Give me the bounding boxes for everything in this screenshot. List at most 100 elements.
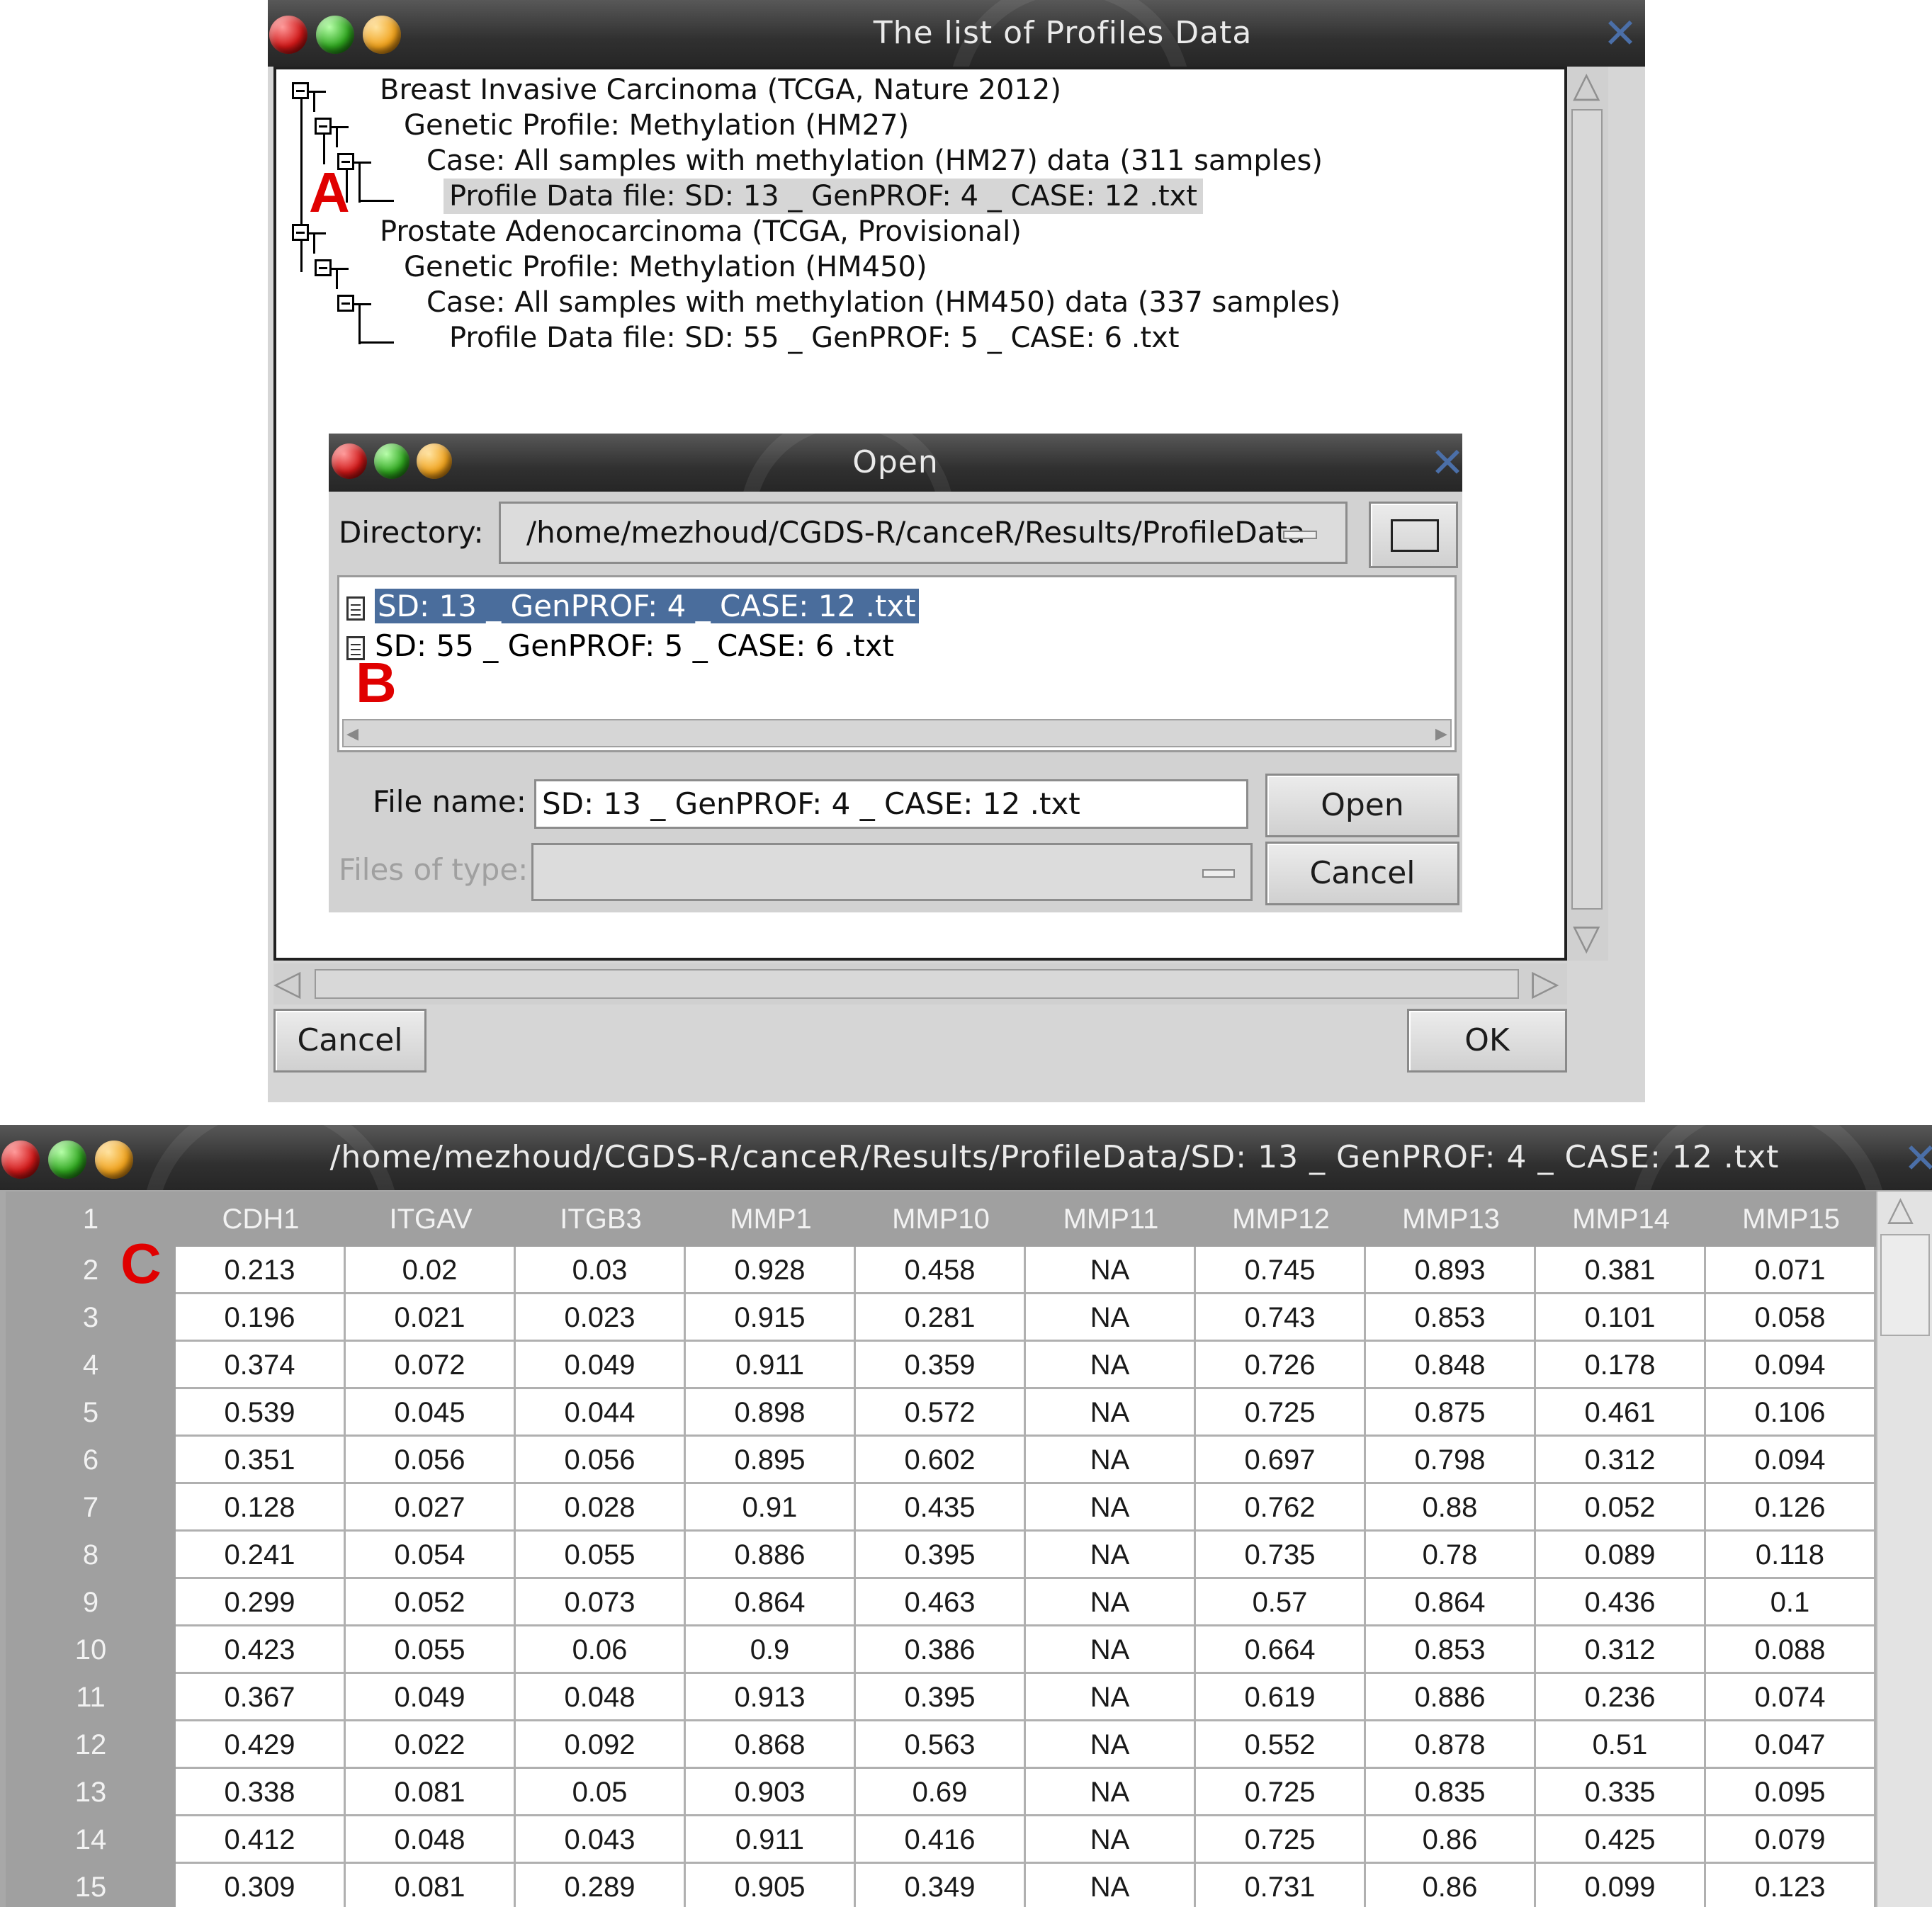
- tree-node-profile[interactable]: Genetic Profile: Methylation (HM27): [404, 108, 909, 143]
- table-cell[interactable]: 0.056: [516, 1437, 686, 1484]
- table-cell[interactable]: 0.049: [516, 1342, 686, 1389]
- dropdown-icon[interactable]: [1202, 869, 1235, 878]
- scroll-left-icon[interactable]: ◁: [273, 965, 300, 1000]
- table-cell[interactable]: 0.022: [346, 1721, 516, 1769]
- column-header[interactable]: MMP15: [1706, 1192, 1876, 1247]
- table-cell[interactable]: 0.06: [516, 1626, 686, 1674]
- table-cell[interactable]: NA: [1026, 1389, 1196, 1437]
- table-cell[interactable]: 0.731: [1196, 1864, 1366, 1907]
- table-cell[interactable]: 0.895: [686, 1437, 856, 1484]
- column-header[interactable]: MMP1: [686, 1192, 856, 1247]
- table-cell[interactable]: 0.054: [346, 1532, 516, 1579]
- table-cell[interactable]: 0.05: [516, 1769, 686, 1816]
- table-cell[interactable]: 0.081: [346, 1769, 516, 1816]
- table-cell[interactable]: 0.868: [686, 1721, 856, 1769]
- grid-vertical-scrollbar[interactable]: △: [1876, 1192, 1932, 1907]
- table-cell[interactable]: 0.458: [856, 1247, 1026, 1294]
- table-cell[interactable]: 0.128: [176, 1484, 346, 1532]
- file-list-hscrollbar[interactable]: ◂ ▸: [342, 719, 1452, 747]
- table-cell[interactable]: 0.78: [1366, 1532, 1536, 1579]
- tree-collapse-icon[interactable]: [337, 295, 354, 312]
- minimize-traffic-light-icon[interactable]: [363, 16, 401, 54]
- column-header[interactable]: MMP14: [1536, 1192, 1706, 1247]
- table-cell[interactable]: 0.563: [856, 1721, 1026, 1769]
- table-cell[interactable]: 0.071: [1706, 1247, 1876, 1294]
- tree-collapse-icon[interactable]: [292, 82, 309, 99]
- row-header[interactable]: 4: [6, 1342, 176, 1389]
- column-header[interactable]: MMP11: [1026, 1192, 1196, 1247]
- table-cell[interactable]: 0.539: [176, 1389, 346, 1437]
- table-cell[interactable]: 0.052: [346, 1579, 516, 1626]
- tree-node-study[interactable]: Prostate Adenocarcinoma (TCGA, Provision…: [380, 214, 1022, 249]
- files-of-type-select[interactable]: [531, 843, 1253, 901]
- table-cell[interactable]: 0.88: [1366, 1484, 1536, 1532]
- tree-node-case[interactable]: Case: All samples with methylation (HM45…: [426, 285, 1340, 320]
- table-cell[interactable]: 0.309: [176, 1864, 346, 1907]
- table-cell[interactable]: 0.552: [1196, 1721, 1366, 1769]
- table-cell[interactable]: 0.911: [686, 1342, 856, 1389]
- data-grid[interactable]: 1 CDH1 ITGAV ITGB3 MMP1 MMP10 MMP11 MMP12 MMP13 M…: [6, 1192, 1876, 1907]
- table-cell[interactable]: 0.048: [346, 1816, 516, 1864]
- row-header[interactable]: 15: [6, 1864, 176, 1907]
- table-cell[interactable]: 0.735: [1196, 1532, 1366, 1579]
- table-cell[interactable]: 0.762: [1196, 1484, 1366, 1532]
- scroll-thumb[interactable]: [1571, 109, 1603, 910]
- directory-select[interactable]: /home/mezhoud/CGDS-R/canceR/Results/Prof…: [499, 502, 1348, 564]
- table-cell[interactable]: 0.028: [516, 1484, 686, 1532]
- scroll-left-icon[interactable]: ◂: [346, 720, 358, 746]
- close-icon[interactable]: ✕: [1427, 442, 1462, 483]
- table-cell[interactable]: 0.835: [1366, 1769, 1536, 1816]
- scroll-thumb[interactable]: [1880, 1234, 1930, 1336]
- table-cell[interactable]: 0.095: [1706, 1769, 1876, 1816]
- row-header[interactable]: 7: [6, 1484, 176, 1532]
- table-cell[interactable]: 0.072: [346, 1342, 516, 1389]
- table-cell[interactable]: NA: [1026, 1626, 1196, 1674]
- table-cell[interactable]: 0.743: [1196, 1294, 1366, 1342]
- table-cell[interactable]: 0.281: [856, 1294, 1026, 1342]
- table-cell[interactable]: 0.91: [686, 1484, 856, 1532]
- table-cell[interactable]: 0.027: [346, 1484, 516, 1532]
- table-cell[interactable]: 0.094: [1706, 1342, 1876, 1389]
- tree-collapse-icon[interactable]: [315, 118, 332, 135]
- table-cell[interactable]: 0.089: [1536, 1532, 1706, 1579]
- scroll-thumb[interactable]: [315, 969, 1519, 999]
- table-cell[interactable]: 0.57: [1196, 1579, 1366, 1626]
- table-cell[interactable]: 0.697: [1196, 1437, 1366, 1484]
- table-cell[interactable]: 0.381: [1536, 1247, 1706, 1294]
- table-cell[interactable]: 0.848: [1366, 1342, 1536, 1389]
- row-header[interactable]: 9: [6, 1579, 176, 1626]
- table-cell[interactable]: NA: [1026, 1579, 1196, 1626]
- table-cell[interactable]: 0.463: [856, 1579, 1026, 1626]
- table-cell[interactable]: 0.461: [1536, 1389, 1706, 1437]
- table-cell[interactable]: 0.374: [176, 1342, 346, 1389]
- data-titlebar[interactable]: /home/mezhoud/CGDS-R/canceR/Results/Prof…: [0, 1125, 1932, 1190]
- table-cell[interactable]: 0.853: [1366, 1294, 1536, 1342]
- table-cell[interactable]: 0.429: [176, 1721, 346, 1769]
- table-cell[interactable]: 0.049: [346, 1674, 516, 1721]
- table-cell[interactable]: 0.898: [686, 1389, 856, 1437]
- column-header[interactable]: ITGAV: [346, 1192, 516, 1247]
- row-header[interactable]: 5: [6, 1389, 176, 1437]
- table-cell[interactable]: 0.106: [1706, 1389, 1876, 1437]
- table-cell[interactable]: NA: [1026, 1247, 1196, 1294]
- table-cell[interactable]: 0.69: [856, 1769, 1026, 1816]
- profiles-titlebar[interactable]: The list of Profiles Data ✕: [268, 0, 1645, 67]
- table-cell[interactable]: 0.312: [1536, 1437, 1706, 1484]
- tree-collapse-icon[interactable]: [315, 259, 332, 276]
- table-cell[interactable]: 0.055: [516, 1532, 686, 1579]
- scroll-up-icon[interactable]: △: [1573, 67, 1600, 102]
- row-header[interactable]: 8: [6, 1532, 176, 1579]
- tree-node-case[interactable]: Case: All samples with methylation (HM27…: [426, 143, 1323, 179]
- tree-node-profile[interactable]: Genetic Profile: Methylation (HM450): [404, 249, 927, 285]
- table-cell[interactable]: 0.386: [856, 1626, 1026, 1674]
- table-cell[interactable]: 0.101: [1536, 1294, 1706, 1342]
- table-cell[interactable]: 0.052: [1536, 1484, 1706, 1532]
- table-cell[interactable]: 0.058: [1706, 1294, 1876, 1342]
- file-item[interactable]: SD: 13 _ GenPROF: 4 _ CASE: 12 .txt: [346, 587, 919, 626]
- table-cell[interactable]: 0.886: [1366, 1674, 1536, 1721]
- table-cell[interactable]: NA: [1026, 1532, 1196, 1579]
- table-cell[interactable]: 0.915: [686, 1294, 856, 1342]
- row-header[interactable]: 6: [6, 1437, 176, 1484]
- table-cell[interactable]: 0.236: [1536, 1674, 1706, 1721]
- table-cell[interactable]: 0.798: [1366, 1437, 1536, 1484]
